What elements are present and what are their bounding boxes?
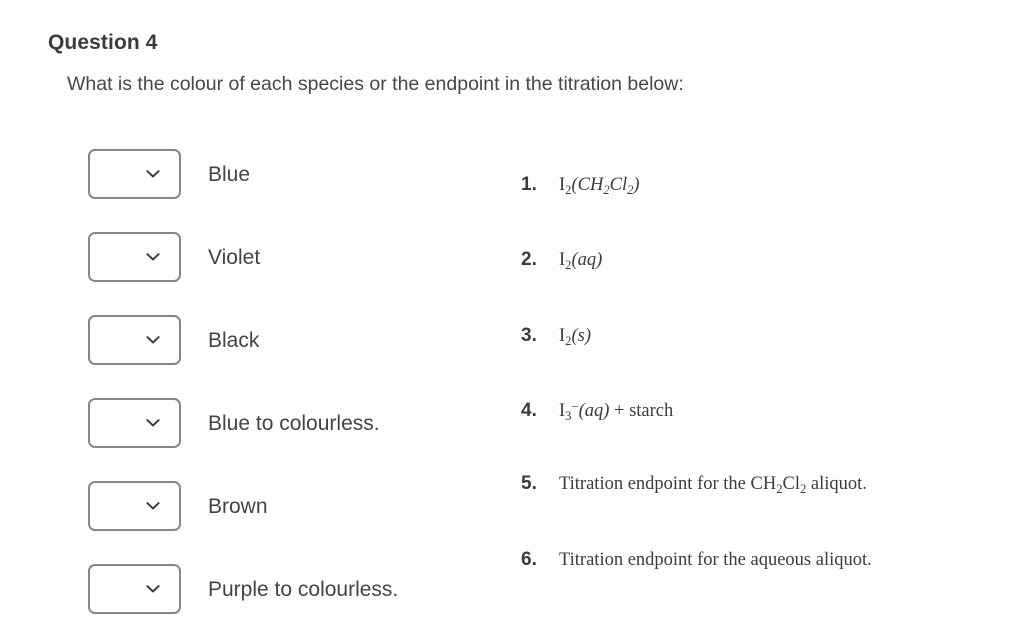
species-item-number-2: 2. <box>521 249 537 270</box>
species-item-text-4: I3−(aq) + starch <box>559 399 674 423</box>
species-item-6: 6. Titration endpoint for the aqueous ali… <box>521 549 872 571</box>
species-item-text-1: I2(CH2Cl2) <box>559 175 640 197</box>
species-item-number-3: 3. <box>521 325 537 346</box>
species-item-5: 5. Titration endpoint for the CH2Cl2 aliq… <box>521 473 867 495</box>
species-item-text-2: I2(aq) <box>559 250 603 272</box>
species-item-number-4: 4. <box>521 400 537 421</box>
matching-right-column: 1. I2(CH2Cl2) 2. I2(aq) 3. I2(s) 4. I3−(aq) + s… <box>0 0 1022 644</box>
species-item-4: 4. I3−(aq) + starch <box>521 400 673 422</box>
species-item-text-5: Titration endpoint for the CH2Cl2 aliquo… <box>559 474 867 496</box>
species-item-number-1: 1. <box>521 174 537 195</box>
species-item-3: 3. I2(s) <box>521 325 591 347</box>
species-item-number-5: 5. <box>521 473 537 494</box>
species-item-text-6: Titration endpoint for the aqueous aliqu… <box>559 550 872 570</box>
species-item-number-6: 6. <box>521 549 537 570</box>
species-item-1: 1. I2(CH2Cl2) <box>521 174 640 196</box>
species-item-2: 2. I2(aq) <box>521 249 602 271</box>
species-item-text-3: I2(s) <box>559 326 591 348</box>
